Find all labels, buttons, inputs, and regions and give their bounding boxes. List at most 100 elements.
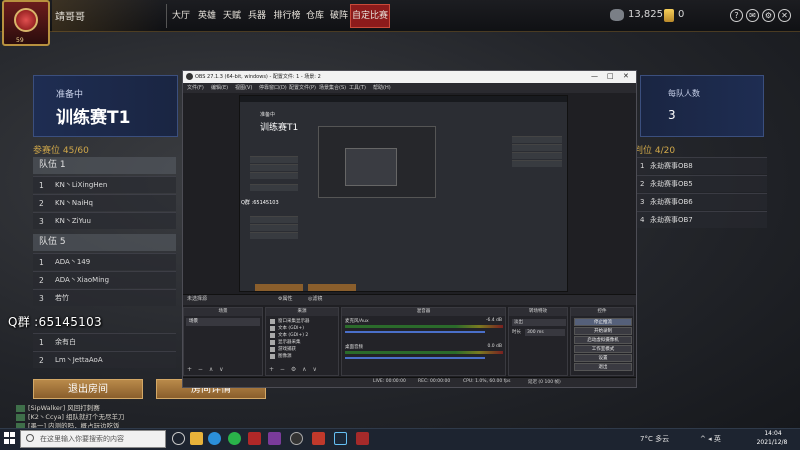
no-source-label: 未选择源 — [187, 296, 208, 302]
windows-start-icon[interactable] — [4, 432, 16, 444]
bench-row[interactable]: 2 永劫赛事OB5 — [634, 175, 767, 192]
text-source-icon — [270, 333, 275, 338]
close-icon[interactable]: ✕ — [778, 9, 791, 22]
edge-icon[interactable] — [208, 432, 221, 445]
menu-profile[interactable]: 配置文件(P) — [289, 84, 316, 91]
source-label: 文本 (GDI+) 2 — [278, 333, 309, 338]
text-source-icon — [270, 326, 275, 331]
bench-num: 4 — [640, 216, 645, 224]
exit-button[interactable]: 退出 — [574, 363, 632, 371]
source-label: 窗口采集显示器 — [278, 319, 310, 324]
task-view-icon[interactable] — [172, 432, 185, 445]
player-row[interactable]: 1 KN丶LiXingHen — [33, 176, 176, 193]
close-window-icon[interactable]: ✕ — [623, 72, 629, 80]
obs-preview[interactable]: 准备中 训练赛T1 Q群 :65145103 — [239, 95, 568, 292]
app-icon[interactable] — [268, 432, 281, 445]
nav-breakthrough[interactable]: 破阵 — [328, 7, 350, 25]
start-recording-button[interactable]: 开始录制 — [574, 327, 632, 335]
clock-time[interactable]: 14:04 — [758, 430, 788, 437]
settings-button[interactable]: 设置 — [574, 354, 632, 362]
settings-icon[interactable]: ⚙ — [762, 9, 775, 22]
source-item[interactable]: 图像源 — [268, 353, 338, 360]
source-item[interactable]: 游戏捕获 — [268, 346, 338, 353]
controls-header: 控件 — [571, 308, 633, 316]
menu-docks[interactable]: 停靠窗口(D) — [259, 84, 287, 91]
menu-edit[interactable]: 编辑(E) — [211, 84, 228, 91]
player-num: 3 — [39, 217, 44, 226]
player-row[interactable]: 2 KN丶NaiHq — [33, 194, 176, 211]
system-tray[interactable]: ^ ◂ 英 — [700, 434, 721, 444]
player-row[interactable]: 2 Lm丶JettaAoA — [33, 351, 176, 368]
volume-slider[interactable] — [345, 357, 485, 359]
file-explorer-icon[interactable] — [190, 432, 203, 445]
emblem-icon — [14, 8, 38, 32]
game-taskbar-icon[interactable] — [312, 432, 325, 445]
properties-button[interactable]: ⚙属性 — [278, 295, 292, 302]
source-item[interactable]: 窗口采集显示器 — [268, 318, 338, 325]
qq-group-overlay: Q群 :65145103 — [8, 315, 102, 329]
help-icon[interactable]: ? — [730, 9, 743, 22]
nav-leaderboard[interactable]: 排行榜 — [271, 7, 303, 25]
preview-qq-overlay: Q群 :65145103 — [241, 200, 279, 206]
filters-button[interactable]: ◎滤镜 — [308, 295, 322, 302]
volume-slider[interactable] — [345, 331, 485, 333]
minimize-icon[interactable]: — — [591, 72, 598, 80]
bench-row[interactable]: 1 永劫赛事OB8 — [634, 157, 767, 174]
preview-row — [250, 172, 298, 179]
scene-item[interactable]: 场景 — [186, 318, 260, 326]
player-row[interactable]: 3 若竹 — [33, 289, 176, 306]
team-header[interactable]: 队伍 1 — [33, 157, 176, 174]
team-header[interactable]: 队伍 5 — [33, 234, 176, 251]
player-row[interactable]: 1 余有白 — [33, 333, 176, 350]
virtual-camera-button[interactable]: 启动虚拟摄像机 — [574, 336, 632, 344]
guild-emblem[interactable] — [2, 0, 50, 46]
nav-weapons[interactable]: 兵器 — [246, 7, 268, 25]
player-row[interactable]: 3 KN丶ZiYuu — [33, 212, 176, 229]
nav-talents[interactable]: 天赋 — [221, 7, 243, 25]
transition-select[interactable]: 淡出 — [512, 319, 566, 326]
room-name: 训练赛T1 — [56, 108, 131, 128]
wechat-icon[interactable] — [228, 432, 241, 445]
player-num: 2 — [39, 199, 44, 208]
bench-row[interactable]: 3 永劫赛事OB6 — [634, 193, 767, 210]
nav-heroes[interactable]: 英雄 — [196, 7, 218, 25]
nav-custom-match[interactable]: 自定比赛 — [351, 7, 389, 25]
rec-time: REC: 00:00:00 — [418, 379, 451, 384]
nav-storage[interactable]: 仓库 — [304, 7, 326, 25]
source-item[interactable]: 显示器采集 — [268, 339, 338, 346]
mixer-channel-db: -6.4 dB — [485, 318, 502, 323]
mail-icon[interactable]: ✉ — [746, 9, 759, 22]
menu-view[interactable]: 视图(V) — [235, 84, 252, 91]
scene-tools[interactable]: + − ∧ ∨ — [187, 366, 226, 373]
weather-widget[interactable]: 7°C 多云 — [640, 434, 669, 444]
duration-field[interactable]: 300 ms — [525, 329, 565, 336]
app-icon[interactable] — [248, 432, 261, 445]
source-item[interactable]: 文本 (GDI+) — [268, 325, 338, 332]
preview-row — [512, 136, 562, 143]
menu-file[interactable]: 文件(F) — [187, 84, 204, 91]
nav-lobby[interactable]: 大厅 — [170, 7, 192, 25]
stop-streaming-button[interactable]: 停止推流 — [574, 318, 632, 326]
player-name: KN丶LiXingHen — [55, 181, 108, 189]
obs-window[interactable]: OBS 27.1.3 (64-bit, windows) - 配置文件: 1 -… — [182, 70, 637, 388]
source-tools[interactable]: + − ⚙ ∧ ∨ — [269, 366, 319, 373]
menu-help[interactable]: 帮助(H) — [373, 84, 391, 91]
bench-row[interactable]: 4 永劫赛事OB7 — [634, 211, 767, 228]
studio-mode-button[interactable]: 工作室模式 — [574, 345, 632, 353]
menu-scene-collection[interactable]: 场景集合(S) — [319, 84, 346, 91]
scenes-header: 场景 — [184, 308, 262, 316]
source-item[interactable]: 文本 (GDI+) 2 — [268, 332, 338, 339]
gamepad-icon — [270, 347, 275, 352]
app-icon[interactable] — [356, 432, 369, 445]
cpu-fps: CPU: 1.0%, 60.00 fps — [463, 379, 511, 384]
player-row[interactable]: 1 ADA丶149 — [33, 253, 176, 270]
maximize-icon[interactable]: □ — [607, 72, 614, 80]
clock-date[interactable]: 2021/12/8 — [752, 439, 792, 446]
player-num: 1 — [39, 258, 44, 267]
team-size-banner — [640, 75, 764, 137]
player-row[interactable]: 2 ADA丶XiaoMing — [33, 271, 176, 288]
steam-icon[interactable] — [334, 432, 347, 445]
menu-tools[interactable]: 工具(T) — [349, 84, 366, 91]
exit-room-button[interactable]: 退出房间 — [33, 379, 143, 399]
obs-taskbar-icon[interactable] — [290, 432, 303, 445]
